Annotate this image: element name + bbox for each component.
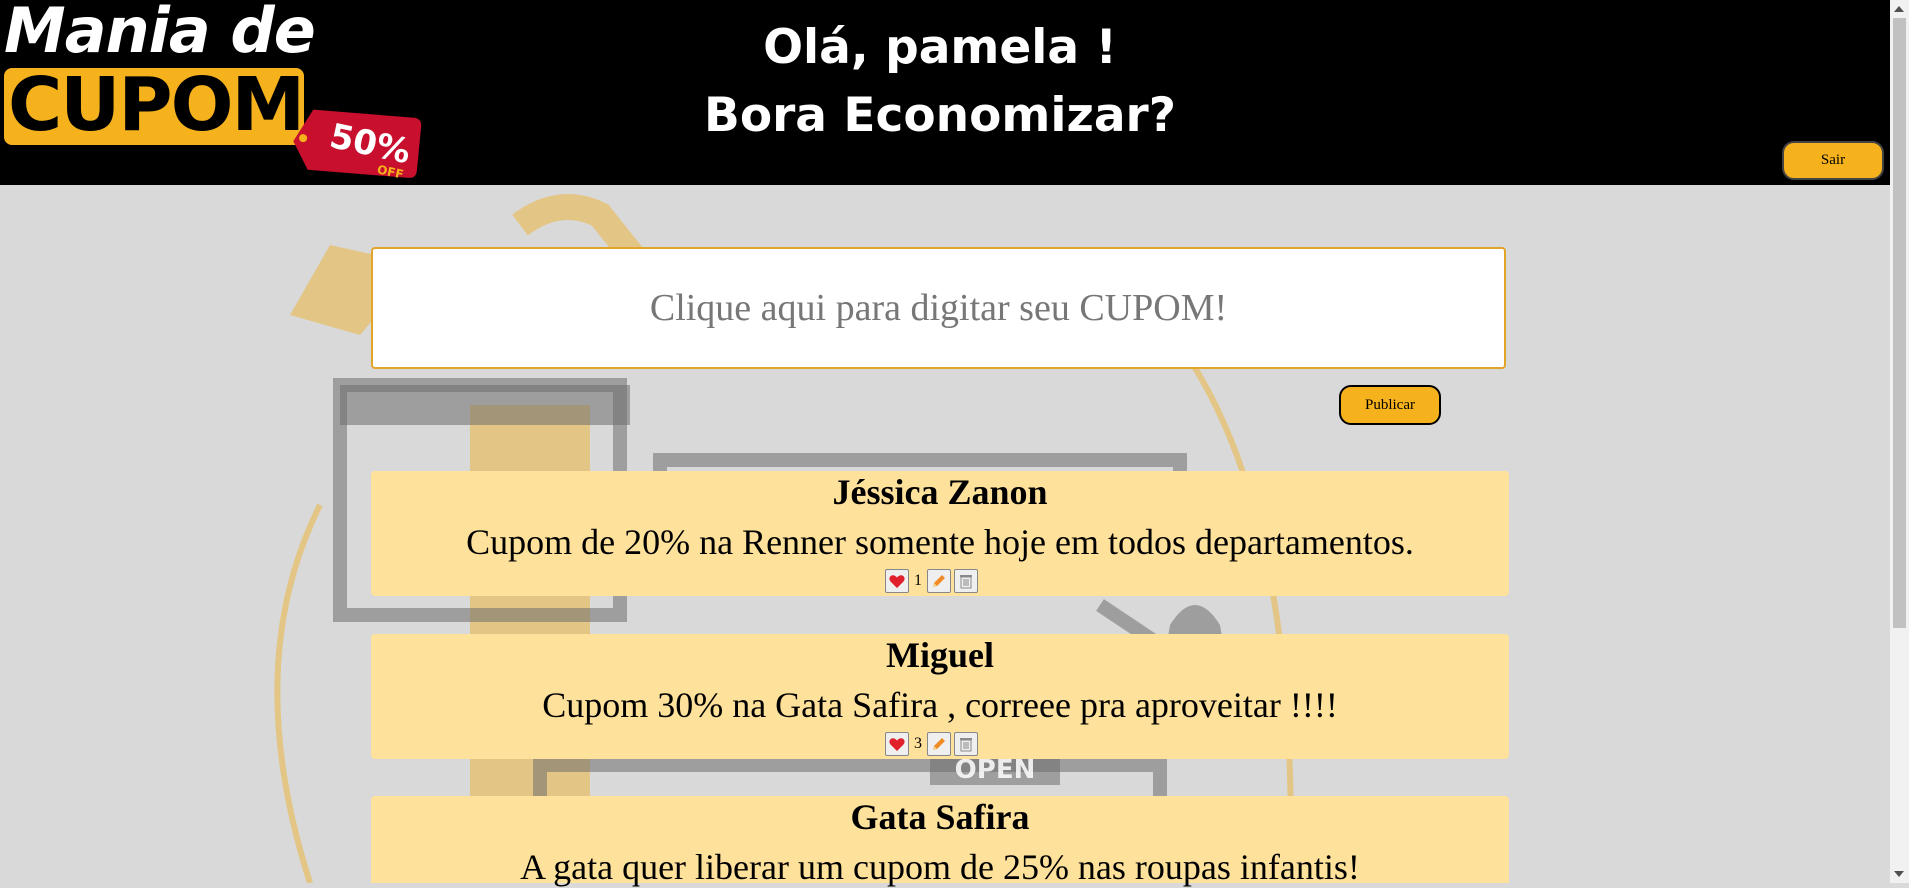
logo-script-text: Mania de [4, 0, 316, 67]
post-author: Gata Safira [850, 797, 1030, 837]
post-actions: 1 [885, 567, 978, 595]
top-header: Mania de CUPOM 50% OFF Olá, pamela ! Bor… [0, 0, 1890, 185]
post-text: Cupom de 20% na Renner somente hoje em t… [466, 522, 1414, 562]
post-card: Miguel Cupom 30% na Gata Safira , corree… [371, 634, 1509, 759]
vertical-scrollbar[interactable] [1890, 0, 1909, 883]
like-count: 1 [914, 572, 922, 589]
discount-tag-icon: 50% OFF [293, 109, 422, 182]
post-card: Jéssica Zanon Cupom de 20% na Renner som… [371, 471, 1509, 596]
edit-button[interactable] [927, 569, 951, 593]
publish-button[interactable]: Publicar [1339, 385, 1441, 425]
post-actions: 3 [885, 730, 978, 758]
scroll-thumb[interactable] [1893, 18, 1906, 628]
greeting-name: Olá, pamela ! [763, 20, 1117, 75]
trash-icon [960, 575, 972, 589]
logo-cupom-text: CUPOM [8, 62, 305, 148]
post-text: A gata quer liberar um cupom de 25% nas … [520, 847, 1360, 887]
scroll-up-arrow-icon[interactable] [1894, 6, 1904, 12]
delete-button[interactable] [954, 732, 978, 756]
greeting: Olá, pamela ! Bora Economizar? [600, 14, 1280, 150]
pencil-icon [933, 738, 945, 750]
scroll-down-arrow-icon[interactable] [1894, 871, 1904, 877]
pencil-icon [933, 575, 945, 587]
post-text: Cupom 30% na Gata Safira , correee pra a… [542, 685, 1338, 725]
edit-button[interactable] [927, 732, 951, 756]
heart-icon [889, 574, 905, 588]
trash-icon [960, 738, 972, 752]
delete-button[interactable] [954, 569, 978, 593]
like-button[interactable] [885, 569, 909, 593]
post-author: Miguel [886, 635, 994, 675]
post-card: Gata Safira A gata quer liberar um cupom… [371, 796, 1509, 887]
like-count: 3 [914, 735, 922, 752]
heart-icon [889, 737, 905, 751]
post-author: Jéssica Zanon [832, 472, 1048, 512]
logout-button[interactable]: Sair [1782, 141, 1884, 180]
open-sign: OPEN [955, 755, 1036, 785]
greeting-subtitle: Bora Economizar? [704, 88, 1176, 143]
mania-de-cupom-logo[interactable]: Mania de CUPOM 50% OFF [0, 0, 430, 185]
like-button[interactable] [885, 732, 909, 756]
coupon-input[interactable] [371, 247, 1506, 369]
